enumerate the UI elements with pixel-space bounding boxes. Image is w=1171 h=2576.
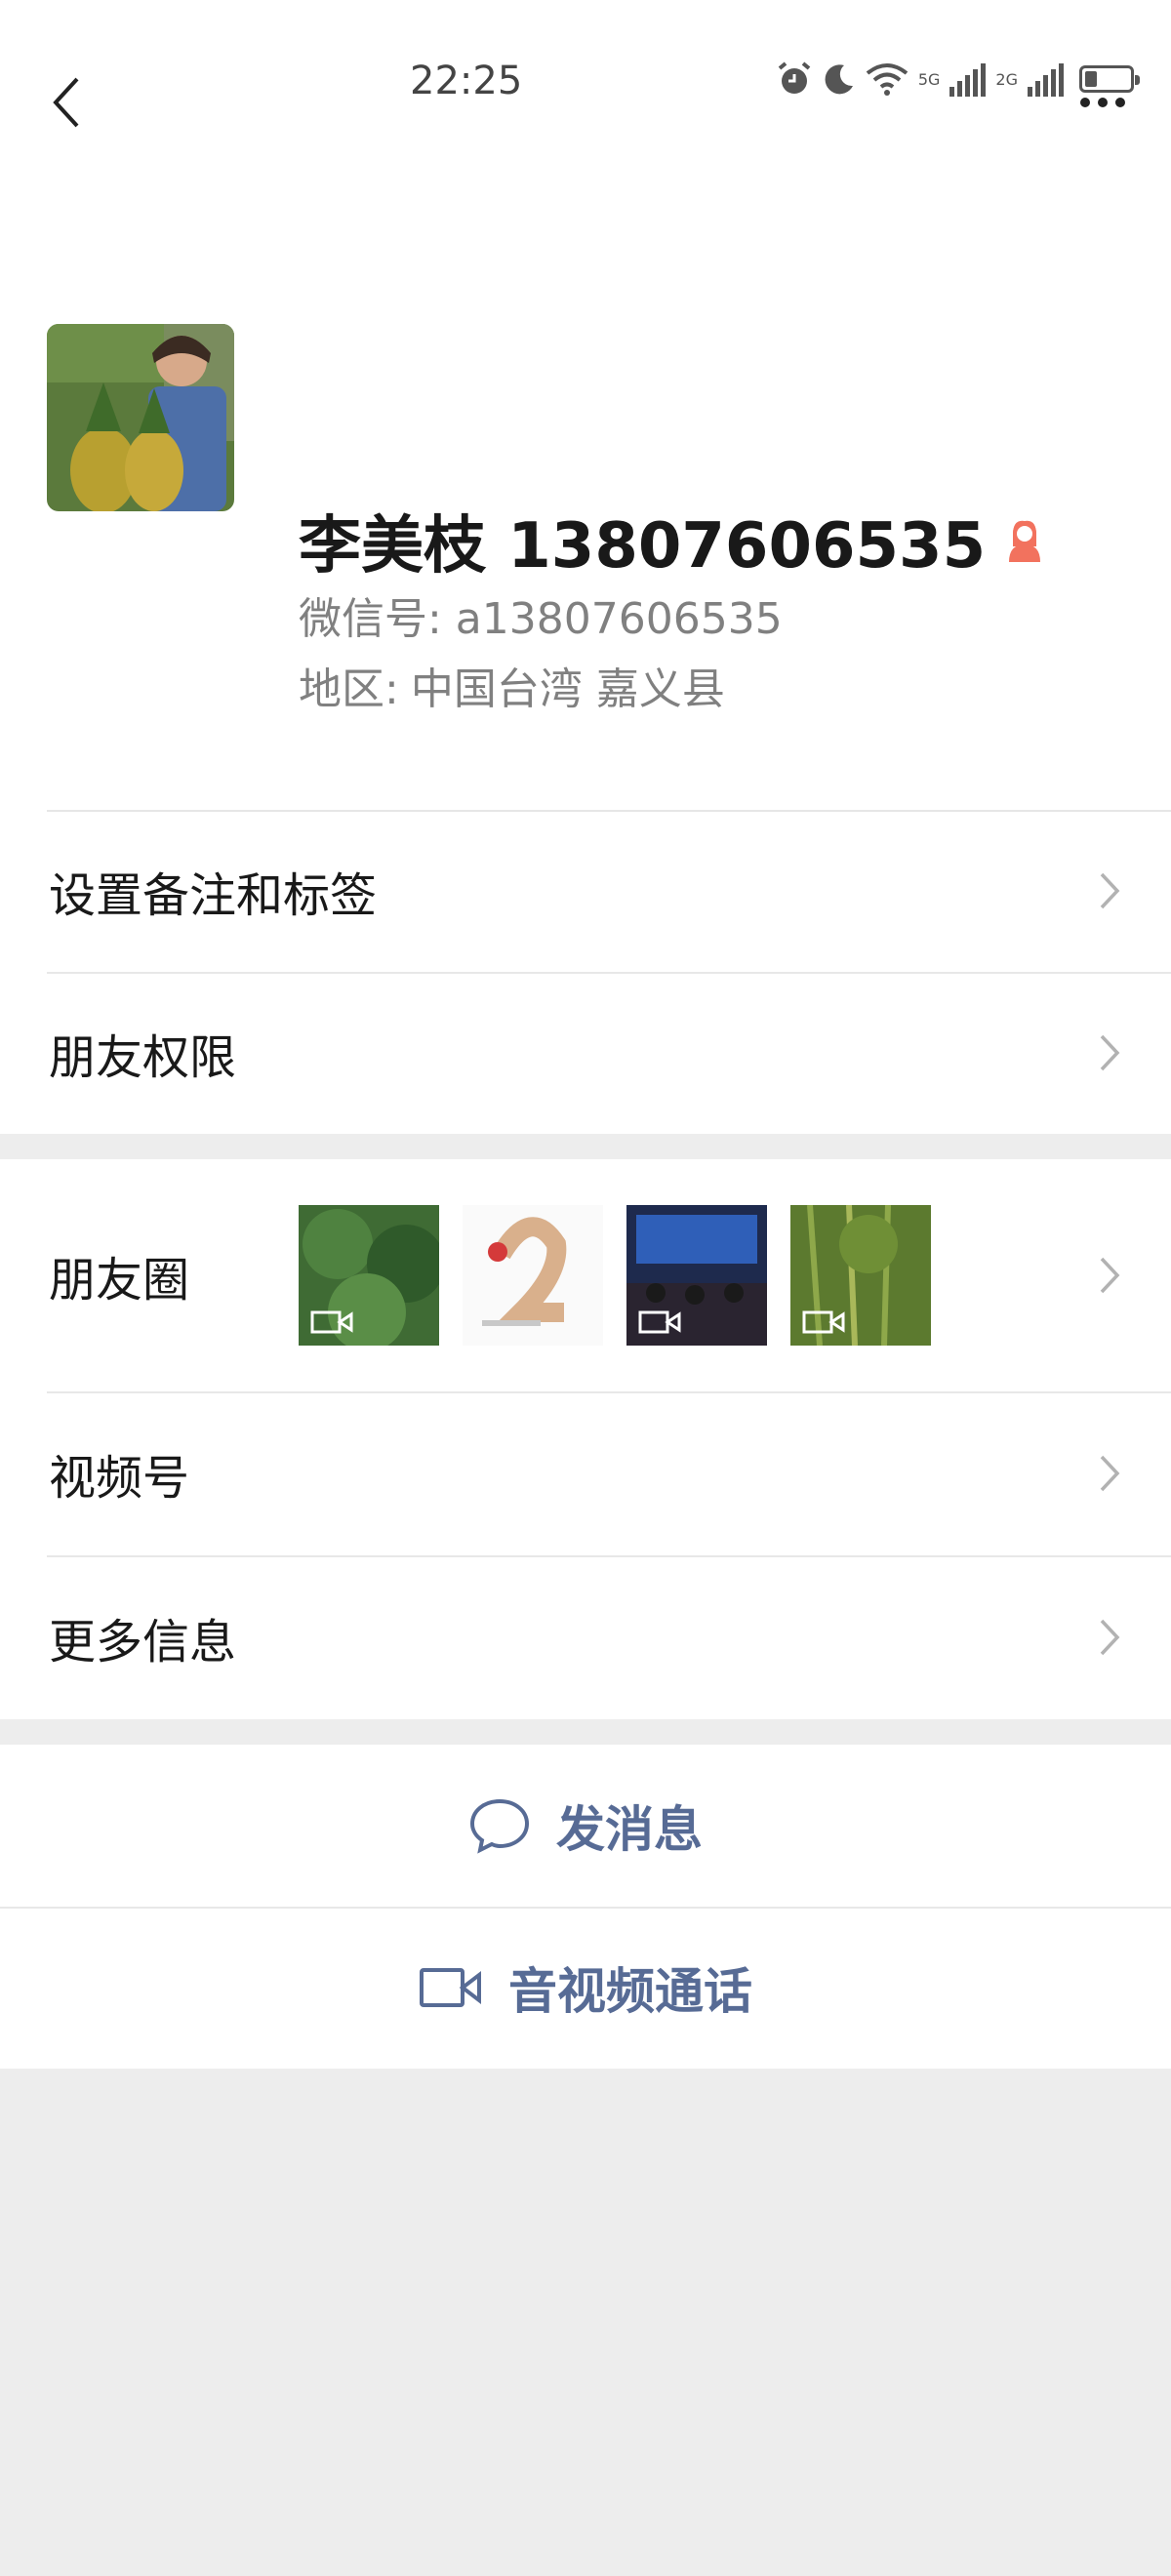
- more-options-button[interactable]: [1064, 68, 1142, 137]
- signal-strength-icon-2: [1028, 61, 1064, 97]
- status-bar: 22:25 5G 2G: [0, 0, 1171, 166]
- chat-bubble-icon: [469, 1798, 530, 1854]
- av-call-button[interactable]: 音视频通话: [0, 1907, 1171, 2069]
- chevron-left-icon: [53, 77, 79, 128]
- chevron-right-icon: [1100, 872, 1120, 909]
- network-2g-label: 2G: [995, 69, 1018, 89]
- row-friend-permissions[interactable]: 朋友权限: [0, 972, 1171, 1134]
- profile-name-line: 李美枝 13807606535: [299, 496, 1046, 585]
- moments-thumbnail[interactable]: [626, 1205, 767, 1346]
- chevron-right-icon: [1100, 1619, 1120, 1656]
- moments-thumbnails: [299, 1205, 931, 1346]
- back-button[interactable]: [37, 68, 96, 137]
- chevron-right-icon: [1100, 1257, 1120, 1294]
- row-label: 更多信息: [49, 1615, 237, 1670]
- status-time: 22:25: [410, 59, 523, 103]
- moments-thumbnail[interactable]: [299, 1205, 439, 1346]
- moon-icon: [825, 64, 853, 95]
- row-channels[interactable]: 视频号: [0, 1391, 1171, 1555]
- send-message-button[interactable]: 发消息: [0, 1745, 1171, 1907]
- video-camera-icon: [420, 1968, 481, 2007]
- row-more-info[interactable]: 更多信息: [0, 1555, 1171, 1719]
- network-5g-label: 5G: [917, 69, 941, 89]
- moments-thumbnail[interactable]: [463, 1205, 603, 1346]
- profile-header: 李美枝 13807606535 微信号: a13807606535 地区: 中国台…: [0, 166, 1171, 812]
- female-icon: [1009, 520, 1041, 562]
- wechat-id: 微信号: a13807606535: [299, 594, 783, 644]
- row-set-remark-tags[interactable]: 设置备注和标签: [0, 810, 1171, 972]
- row-label: 设置备注和标签: [49, 868, 378, 923]
- av-call-label: 音视频通话: [508, 1963, 752, 2020]
- profile-name: 李美枝 13807606535: [299, 510, 987, 583]
- row-label: 视频号: [49, 1451, 190, 1506]
- alarm-icon: [778, 61, 811, 94]
- chevron-right-icon: [1100, 1034, 1120, 1071]
- row-moments[interactable]: 朋友圈: [0, 1159, 1171, 1391]
- video-badge-icon: [638, 1310, 681, 1334]
- region: 地区: 中国台湾 嘉义县: [299, 654, 737, 716]
- video-badge-icon: [802, 1310, 845, 1334]
- row-label: 朋友权限: [49, 1030, 237, 1085]
- region-value: 中国台湾 嘉义县: [410, 664, 725, 714]
- menu-group-1: 设置备注和标签 朋友权限: [0, 810, 1171, 1134]
- region-label: 地区:: [299, 664, 399, 714]
- moments-thumbnail[interactable]: [790, 1205, 931, 1346]
- chevron-right-icon: [1100, 1455, 1120, 1492]
- send-message-label: 发消息: [556, 1801, 703, 1858]
- wifi-icon: [866, 63, 909, 96]
- avatar[interactable]: [47, 324, 234, 511]
- signal-strength-icon: [949, 61, 987, 97]
- video-badge-icon: [310, 1310, 353, 1334]
- row-label: 朋友圈: [49, 1253, 190, 1308]
- more-dots-icon: [1080, 98, 1090, 107]
- menu-group-2: 朋友圈 视频号 更多信息: [0, 1159, 1171, 1719]
